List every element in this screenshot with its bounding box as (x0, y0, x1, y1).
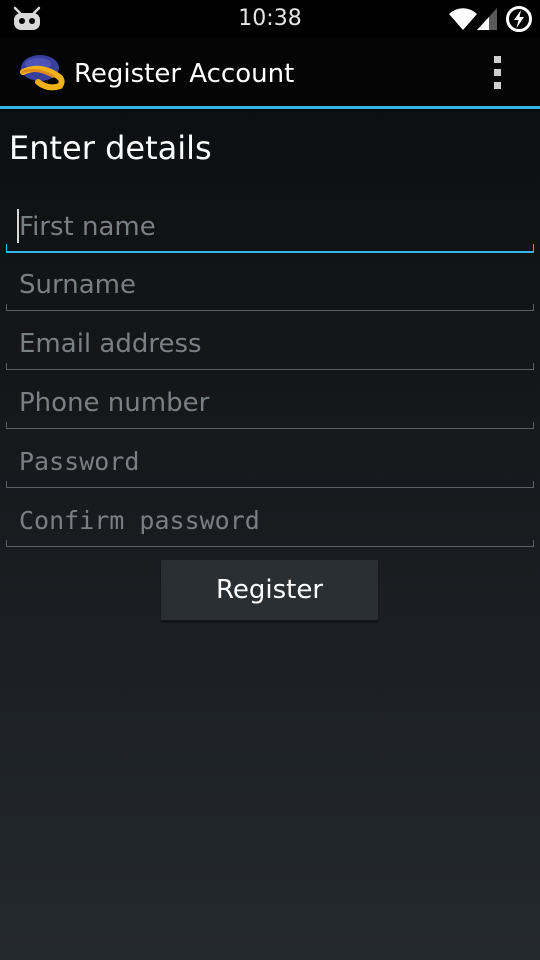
field-underline (6, 546, 534, 547)
surname-placeholder: Surname (19, 270, 136, 300)
form-heading: Enter details (9, 129, 212, 167)
field-underline (6, 310, 534, 311)
wifi-icon (449, 8, 477, 30)
email-placeholder: Email address (19, 329, 202, 359)
field-tick-left (6, 422, 7, 429)
field-tick-right (533, 540, 534, 547)
field-underline (6, 428, 534, 429)
confirm-password-placeholder: Confirm password (19, 506, 260, 535)
email-field[interactable]: Email address (6, 320, 534, 370)
overflow-menu-icon[interactable] (484, 54, 512, 92)
confirm-password-field[interactable]: Confirm password (6, 497, 534, 547)
field-tick-right (533, 363, 534, 370)
field-tick-left (6, 244, 7, 253)
password-field[interactable]: Password (6, 438, 534, 488)
status-bar: 10:38 (0, 0, 540, 38)
action-bar-divider (0, 106, 540, 109)
field-tick-left (6, 304, 7, 311)
field-underline (6, 251, 534, 253)
field-tick-right (533, 244, 534, 253)
field-underline (6, 487, 534, 488)
field-tick-left (6, 540, 7, 547)
field-tick-right (533, 422, 534, 429)
field-tick-right (533, 304, 534, 311)
first-name-field[interactable]: First name (6, 203, 534, 253)
phone-placeholder: Phone number (19, 388, 210, 418)
field-tick-left (6, 481, 7, 488)
field-tick-left (6, 363, 7, 370)
phone-field[interactable]: Phone number (6, 379, 534, 429)
register-button[interactable]: Register (161, 560, 378, 621)
app-logo-icon[interactable] (18, 50, 68, 96)
field-tick-right (533, 481, 534, 488)
password-placeholder: Password (19, 447, 140, 476)
surname-field[interactable]: Surname (6, 261, 534, 311)
page-title: Register Account (74, 59, 295, 89)
battery-charging-icon (506, 6, 532, 32)
signal-icon (477, 8, 497, 30)
field-underline (6, 369, 534, 370)
first-name-placeholder: First name (19, 212, 156, 242)
action-bar: Register Account (0, 38, 540, 106)
